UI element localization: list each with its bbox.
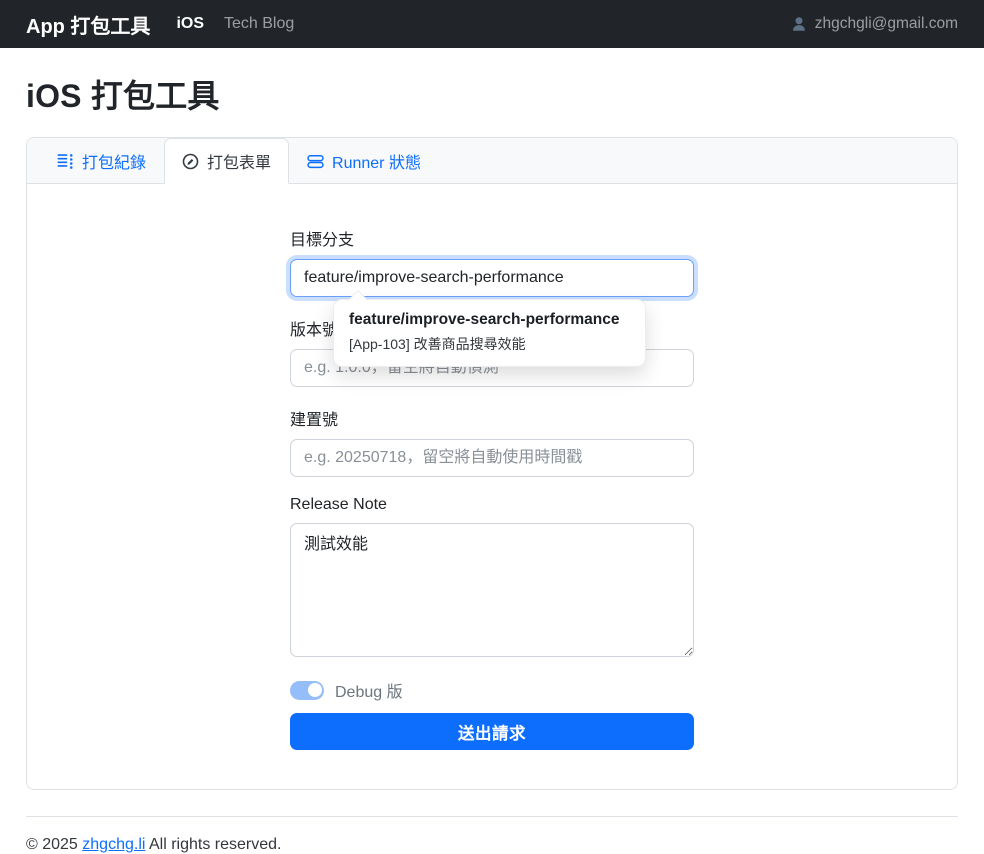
build-field-group: 建置號	[290, 406, 694, 477]
tab-label: 打包表單	[207, 149, 271, 173]
debug-toggle-label: Debug 版	[335, 678, 403, 702]
nav-item-tech-blog[interactable]: Tech Blog	[224, 15, 294, 33]
person-icon	[790, 15, 808, 33]
navbar-brand[interactable]: App 打包工具	[26, 10, 150, 39]
stack-icon	[307, 153, 324, 170]
debug-toggle-row: Debug 版	[290, 678, 694, 702]
release-note-textarea[interactable]: 測試效能	[290, 523, 694, 657]
suggestion-branch-description: [App-103] 改善商品搜尋效能	[349, 334, 630, 354]
page-footer: © 2025 zhgchg.li All rights reserved.	[26, 816, 958, 854]
release-note-label: Release Note	[290, 496, 694, 514]
branch-input[interactable]	[290, 259, 694, 297]
branch-label: 目標分支	[290, 226, 694, 250]
list-icon	[57, 153, 74, 170]
build-number-label: 建置號	[290, 406, 694, 430]
submit-request-button[interactable]: 送出請求	[290, 713, 694, 750]
footer-site-link[interactable]: zhgchg.li	[82, 836, 145, 853]
build-number-input[interactable]	[290, 439, 694, 477]
tab-package-history[interactable]: 打包紀錄	[39, 138, 164, 184]
release-note-field-group: Release Note 測試效能	[290, 496, 694, 657]
packaging-card: 打包紀錄 打包表單 Runner 狀態	[26, 137, 958, 790]
user-account[interactable]: zhgchgli@gmail.com	[790, 15, 958, 33]
tab-panel-package-form: 目標分支 feature/improve-search-performance …	[27, 184, 957, 789]
tab-runner-status[interactable]: Runner 狀態	[289, 138, 439, 184]
tab-bar: 打包紀錄 打包表單 Runner 狀態	[27, 138, 957, 184]
branch-suggestion-popover[interactable]: feature/improve-search-performance [App-…	[333, 299, 646, 367]
debug-toggle-switch[interactable]	[290, 681, 324, 700]
user-email: zhgchgli@gmail.com	[815, 15, 958, 33]
toggle-knob	[308, 683, 322, 697]
tab-label: Runner 狀態	[332, 149, 421, 173]
page-title: iOS 打包工具	[26, 71, 958, 117]
tab-label: 打包紀錄	[82, 149, 146, 173]
copyright-prefix: © 2025	[26, 836, 82, 853]
top-navbar: App 打包工具 iOS Tech Blog zhgchgli@gmail.co…	[0, 0, 984, 48]
nav-item-ios[interactable]: iOS	[176, 15, 204, 33]
copyright-suffix: All rights reserved.	[145, 836, 281, 853]
main-container: iOS 打包工具 打包紀錄	[26, 71, 958, 790]
pencil-circle-icon	[182, 153, 199, 170]
package-form: 目標分支 feature/improve-search-performance …	[290, 226, 694, 750]
suggestion-branch-name: feature/improve-search-performance	[349, 311, 630, 329]
tab-package-form[interactable]: 打包表單	[164, 138, 289, 184]
branch-field-group: 目標分支 feature/improve-search-performance …	[290, 226, 694, 297]
